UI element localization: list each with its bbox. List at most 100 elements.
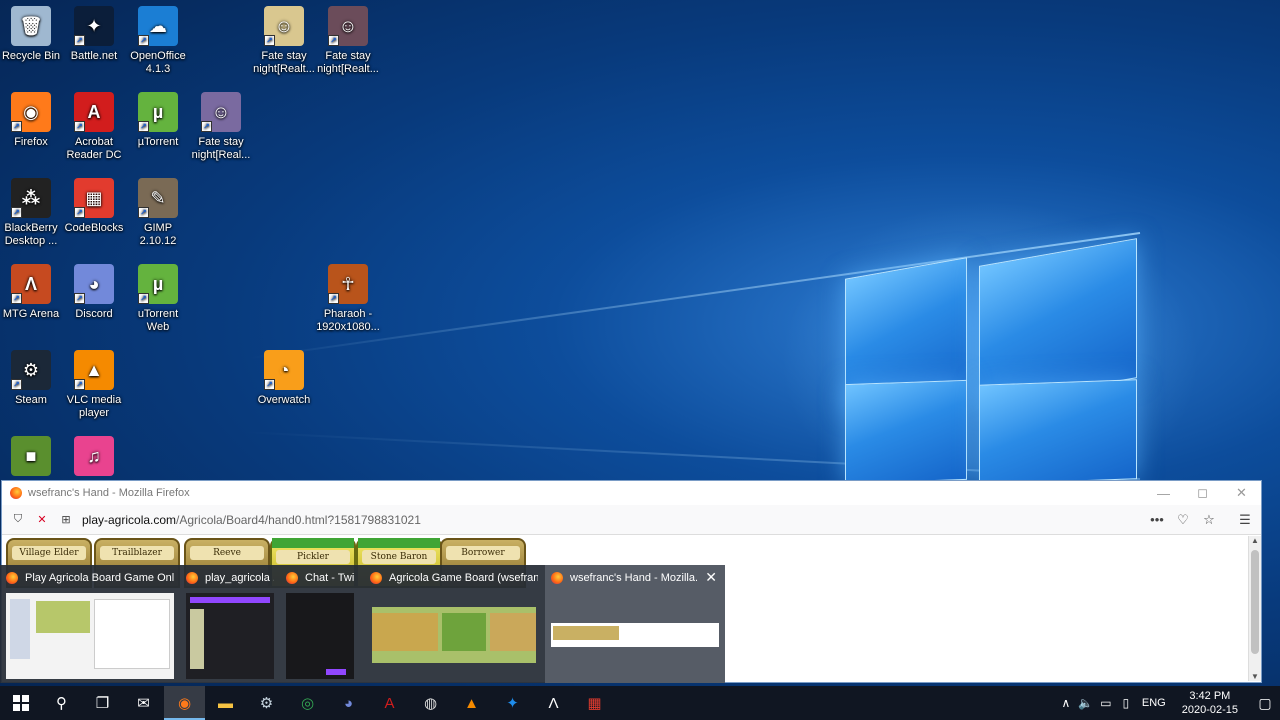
windows-logo-wallpaper	[845, 232, 1137, 485]
taskbar-thumbnail-popup: Play Agricola Board Game Onli... play_ag…	[0, 565, 725, 683]
camera-blocked-icon[interactable]: ✕	[34, 512, 50, 528]
pharaoh-icon: ☥ ↗	[328, 264, 368, 304]
logo-pane	[845, 379, 967, 485]
codeblocks-icon: ▦	[587, 695, 602, 712]
taskbar-app-codeblocks[interactable]: ▦	[574, 686, 615, 720]
desktop-icon-utorrent[interactable]: µ ↗ µTorrent	[126, 92, 190, 149]
thumbnail-preview	[551, 623, 719, 647]
thumbnail-play-agricola-twitch[interactable]: play_agricola ...	[180, 565, 280, 683]
thumbnail-wsefranc-hand[interactable]: wsefranc's Hand - Mozilla... ✕	[545, 565, 725, 683]
firefox-icon	[370, 572, 382, 584]
menu-icon[interactable]: ☰	[1237, 512, 1253, 528]
thumbnail-chat-twitch[interactable]: Chat - Twi...	[280, 565, 360, 683]
taskbar-app-mail[interactable]: ✉	[123, 686, 164, 720]
taskbar-app-discord[interactable]: ◕	[328, 686, 369, 720]
utorrent-web-icon: µ ↗	[138, 264, 178, 304]
desktop-icon-acrobat[interactable]: A ↗ Acrobat Reader DC	[62, 92, 126, 162]
minimize-button[interactable]: —	[1144, 481, 1183, 505]
thumbnail-agricola-game-board[interactable]: Agricola Game Board (wsefranc...	[364, 565, 544, 683]
desktop-icon-overwatch[interactable]: ◔ ↗ Overwatch	[252, 350, 316, 407]
desktop-icon-fate-stay-night-hf[interactable]: ☺ ↗ Fate stay night[Real...	[189, 92, 253, 162]
language-indicator[interactable]: ENG	[1142, 697, 1166, 709]
taskbar-app-acrobat[interactable]: A	[369, 686, 410, 720]
desktop-icon-recycle-bin[interactable]: 🗑 Recycle Bin	[0, 6, 63, 63]
scroll-up-arrow-icon[interactable]: ▲	[1249, 536, 1261, 545]
taskbar-app-explorer[interactable]: ▬	[205, 686, 246, 720]
close-button[interactable]: ✕	[1222, 481, 1261, 505]
mtg-arena-icon: Λ ↗	[11, 264, 51, 304]
vlc-icon: ▲	[464, 694, 479, 712]
desktop-icon-pharaoh[interactable]: ☥ ↗ Pharaoh - 1920x1080...	[316, 264, 380, 334]
close-thumbnail-icon[interactable]: ✕	[705, 569, 717, 586]
desktop-icon-openoffice[interactable]: ☁ ↗ OpenOffice 4.1.3	[126, 6, 190, 76]
search-button[interactable]: ⚲	[41, 686, 82, 720]
vlc-icon: ▲ ↗	[74, 350, 114, 390]
battlenet-icon: ✦ ↗	[74, 6, 114, 46]
network-icon[interactable]: ▭	[1096, 696, 1116, 710]
thumbnail-preview	[286, 593, 354, 679]
taskbar-app-chrome[interactable]: ◎	[287, 686, 328, 720]
maximize-button[interactable]: ◻	[1183, 481, 1222, 505]
desktop-icon-discord[interactable]: ◕ ↗ Discord	[62, 264, 126, 321]
taskbar: ⚲ ❐ ✉ ◉ ▬ ⚙ ◎ ◕ A ◍ ▲ ✦ Λ ▦ ∧ 🔈 ▭ ▯ ENG 3:42 PM 202…	[0, 686, 1280, 720]
recycle-bin-icon: 🗑	[11, 6, 51, 46]
thumbnail-play-agricola[interactable]: Play Agricola Board Game Onli...	[0, 565, 180, 683]
desktop-icon-fate-stay-night-ubw[interactable]: ☺ ↗ Fate stay night[Realt...	[316, 6, 380, 76]
taskbar-app-obs[interactable]: ◍	[410, 686, 451, 720]
pocket-icon[interactable]: ♡	[1175, 512, 1191, 528]
clock[interactable]: 3:42 PM 2020-02-15	[1182, 689, 1238, 717]
taskbar-app-steam[interactable]: ⚙	[246, 686, 287, 720]
volume-icon[interactable]: 🔈	[1076, 696, 1096, 710]
taskbar-app-battlenet[interactable]: ✦	[492, 686, 533, 720]
discord-icon: ◕	[343, 694, 354, 712]
acrobat-icon: A	[384, 694, 395, 712]
task-view-icon: ❐	[95, 695, 110, 712]
desktop-icon-itunes[interactable]: ♫	[62, 436, 126, 480]
battlenet-icon: ✦	[506, 695, 519, 712]
desktop-icon-utorrent-web[interactable]: µ ↗ uTorrent Web	[126, 264, 190, 334]
window-title-bar[interactable]: wsefranc's Hand - Mozilla Firefox — ◻ ✕	[2, 481, 1261, 505]
firefox-icon	[551, 572, 563, 584]
firefox-icon	[286, 572, 298, 584]
itunes-icon: ♫	[74, 436, 114, 476]
minecraft-icon: ■	[11, 436, 51, 476]
mtg-arena-icon: Λ	[548, 694, 559, 712]
page-actions-icon[interactable]: •••	[1149, 512, 1165, 528]
clock-date: 2020-02-15	[1181, 704, 1238, 716]
steam-icon: ⚙ ↗	[11, 350, 51, 390]
taskbar-app-mtg-arena[interactable]: Λ	[533, 686, 574, 720]
acrobat-icon: A ↗	[74, 92, 114, 132]
desktop-icon-firefox[interactable]: ◉ ↗ Firefox	[0, 92, 63, 149]
desktop-icon-steam[interactable]: ⚙ ↗ Steam	[0, 350, 63, 407]
page-info-icon[interactable]: ⊞	[58, 512, 74, 528]
desktop-icon-fate-stay-night[interactable]: ☺ ↗ Fate stay night[Realt...	[252, 6, 316, 76]
desktop-icon-codeblocks[interactable]: ▦ ↗ CodeBlocks	[62, 178, 126, 235]
discord-icon: ◕ ↗	[74, 264, 114, 304]
desktop-icon-vlc[interactable]: ▲ ↗ VLC media player	[62, 350, 126, 420]
desktop-icon-mtg-arena[interactable]: Λ ↗ MTG Arena	[0, 264, 63, 321]
bookmark-star-icon[interactable]: ☆	[1201, 512, 1217, 528]
utorrent-icon: µ ↗	[138, 92, 178, 132]
taskbar-apps: ✉ ◉ ▬ ⚙ ◎ ◕ A ◍ ▲ ✦ Λ ▦	[123, 686, 615, 720]
taskbar-app-vlc[interactable]: ▲	[451, 686, 492, 720]
start-button[interactable]	[0, 686, 41, 720]
desktop-icon-minecraft[interactable]: ■	[0, 436, 63, 480]
task-view-button[interactable]: ❐	[82, 686, 123, 720]
scroll-down-arrow-icon[interactable]: ▼	[1249, 672, 1261, 681]
desktop-icon-battlenet[interactable]: ✦ ↗ Battle.net	[62, 6, 126, 63]
chevron-up-icon[interactable]: ∧	[1056, 696, 1076, 710]
thumbnail-preview	[6, 593, 174, 679]
firefox-icon: ◉ ↗	[11, 92, 51, 132]
desktop-icon-gimp[interactable]: ✎ ↗ GIMP 2.10.12	[126, 178, 190, 248]
folder-icon: ▬	[218, 694, 233, 712]
vertical-scrollbar[interactable]: ▲ ▼	[1248, 536, 1261, 681]
desktop-icon-blackberry[interactable]: ⁂ ↗ BlackBerry Desktop ...	[0, 178, 63, 248]
url-field[interactable]: play-agricola.com/Agricola/Board4/hand0.…	[82, 513, 421, 527]
shield-icon[interactable]: ⛉	[10, 512, 26, 528]
battery-icon[interactable]: ▯	[1116, 696, 1136, 710]
scrollbar-thumb[interactable]	[1251, 550, 1259, 654]
taskbar-app-firefox[interactable]: ◉	[164, 686, 205, 720]
window-title: wsefranc's Hand - Mozilla Firefox	[28, 487, 190, 499]
action-center-icon[interactable]: ▢	[1250, 695, 1280, 712]
obs-icon: ◍	[423, 695, 438, 712]
